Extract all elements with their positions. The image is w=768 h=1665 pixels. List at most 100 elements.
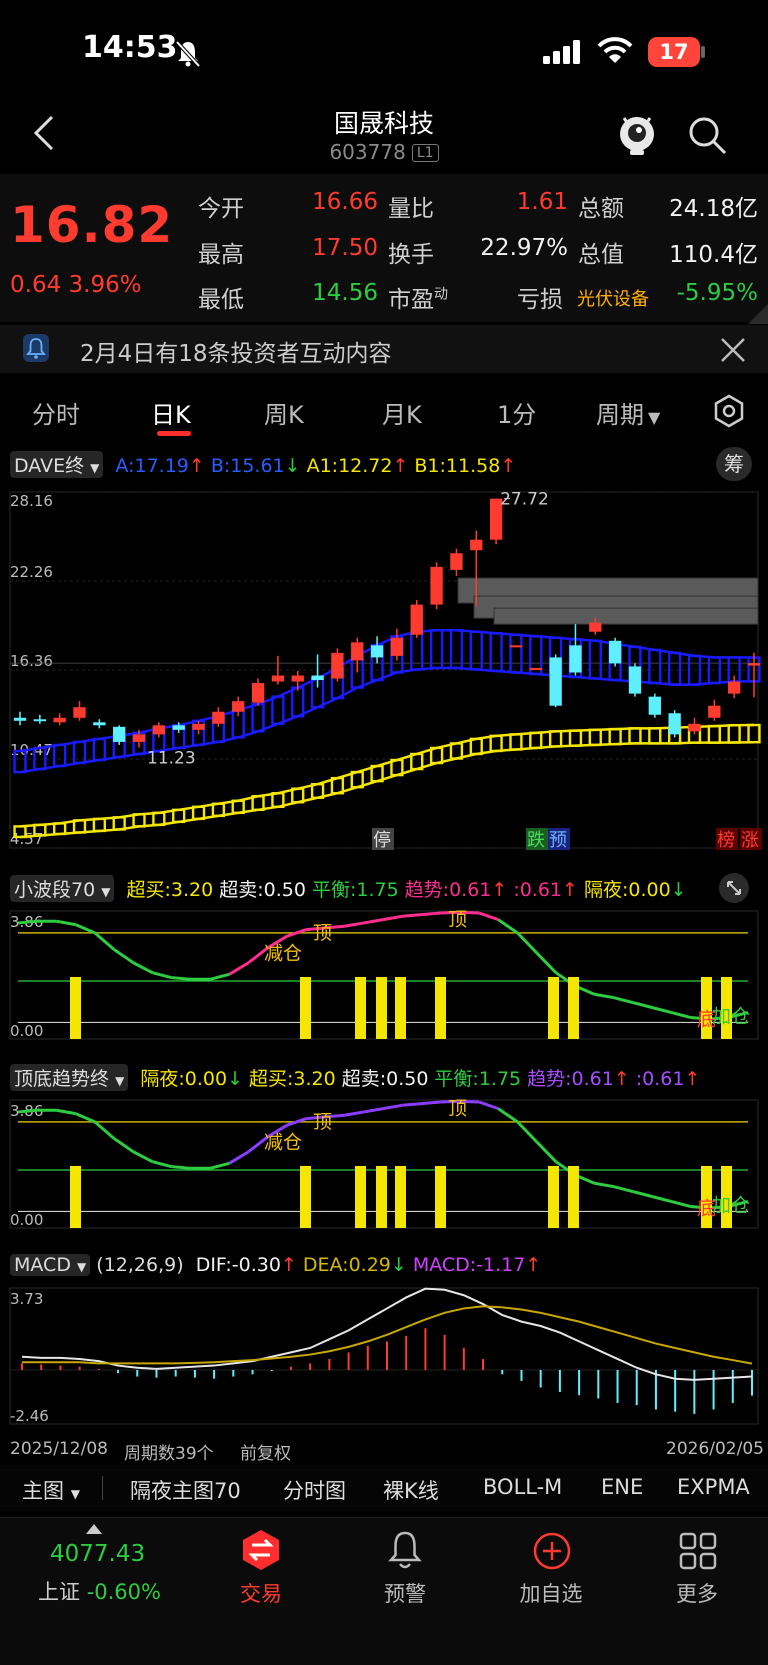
candle-body (430, 566, 443, 605)
index-info[interactable]: 上证 -0.60% (38, 1576, 161, 1606)
subtab-time-chart[interactable]: 分时图 (283, 1475, 346, 1505)
expand-icon[interactable] (718, 872, 750, 904)
trend-arrow: ↓ (227, 1068, 243, 1090)
trend-curve-segment (651, 1006, 672, 1014)
top-label: 顶 (313, 922, 332, 944)
axis-adjust-mode[interactable]: 前复权 (240, 1439, 291, 1464)
tab-more[interactable]: 更多 (637, 1578, 757, 1608)
indicator-value: A:17.19 (115, 455, 189, 477)
top-label: 顶 (448, 1097, 467, 1119)
candle-body (390, 637, 404, 656)
trend-curve-segment (478, 911, 499, 922)
band-a1b1 (588, 728, 602, 747)
candle-body (509, 645, 523, 648)
wave-indicator-selector[interactable]: 小波段70 ▼ (10, 875, 115, 902)
tab-period[interactable]: 周期 ▼ (596, 395, 660, 430)
event-marker: 榜 (717, 830, 735, 851)
macd-indicator-selector[interactable]: MACD ▼ (10, 1254, 91, 1276)
tab-weekly-k[interactable]: 周K (264, 395, 304, 430)
trend-curve-segment (93, 931, 116, 951)
alert-bell-icon[interactable] (385, 1529, 425, 1573)
band-a1b1 (529, 731, 543, 750)
indicator-value: 隔夜:0.00 (583, 879, 671, 901)
trend-curve-segment (478, 1100, 499, 1111)
band-ab (469, 630, 483, 671)
band-ab (251, 702, 265, 733)
trend-curve-segment (402, 1102, 422, 1107)
value-loss: 亏损 (517, 287, 563, 313)
trend-curve-segment (171, 1165, 192, 1170)
indicator-value: B1:11.58 (414, 455, 501, 477)
trend-curve-segment (228, 1150, 250, 1165)
subtab-ene[interactable]: ENE (601, 1475, 643, 1499)
trade-icon[interactable] (240, 1529, 282, 1571)
indicator-value: :0.61 (513, 879, 563, 901)
candle-body (747, 663, 761, 666)
top-label: 顶 (313, 1111, 332, 1133)
robot-assistant-icon[interactable] (616, 112, 658, 156)
subtab-main-chart[interactable]: 主图 ▼ (22, 1475, 80, 1505)
wave-chart[interactable]: 3.860.00顶顶减仓底加仓 (0, 903, 768, 1063)
subtab-boll-m[interactable]: BOLL-M (483, 1475, 562, 1499)
trend-curve-segment (132, 961, 154, 975)
candle-body (172, 725, 185, 730)
kline-chart[interactable]: 28.1622.2616.3610.474.5727.7211.23停跌预榜涨 (0, 480, 768, 868)
candle-body (450, 553, 463, 570)
add-watchlist-icon[interactable] (532, 1531, 572, 1571)
candle-body (192, 723, 205, 730)
trend-arrow: ↑ (500, 455, 517, 477)
axis-end-date: 2026/02/05 (666, 1439, 764, 1459)
trend-curve-segment (613, 1185, 634, 1193)
candle-body (13, 717, 27, 721)
tab-intraday[interactable]: 分时 (32, 395, 80, 430)
search-icon[interactable] (688, 116, 728, 156)
sector-name[interactable]: 光伏设备 (577, 285, 649, 311)
macd-indicator-name: MACD (14, 1254, 71, 1276)
signal-bar (435, 1165, 446, 1228)
index-value[interactable]: 4077.43 (50, 1541, 145, 1567)
subtab-expma[interactable]: EXPMA (677, 1475, 750, 1499)
indicator-value: :0.61 (635, 1068, 685, 1090)
trend-curve-segment (382, 914, 403, 922)
main-indicator-selector[interactable]: DAVE终 ▼ (10, 451, 104, 478)
settings-hexagon-icon[interactable] (712, 394, 746, 428)
candle-body (688, 723, 701, 732)
close-icon[interactable] (720, 337, 746, 363)
trend-curve-segment (344, 1110, 365, 1117)
status-time: 14:53 (82, 30, 178, 65)
candle-body (232, 701, 245, 712)
candle-body (628, 666, 642, 694)
tab-add-watchlist[interactable]: 加自选 (491, 1578, 611, 1608)
tab-daily-k[interactable]: 日K (151, 395, 191, 430)
trend-curve-segment (17, 919, 38, 925)
signal-bar (300, 1165, 311, 1228)
subtab-bare-k[interactable]: 裸K线 (383, 1475, 439, 1505)
macd-chart[interactable]: 3.73 -2.46 (0, 1282, 768, 1432)
chip-distribution-button[interactable]: 筹 (716, 447, 752, 481)
tab-trade[interactable]: 交易 (201, 1578, 321, 1608)
candle-body (251, 683, 265, 703)
signal-bar (395, 976, 406, 1039)
trend-curve-segment (670, 1200, 691, 1208)
tab-alert[interactable]: 预警 (345, 1578, 465, 1608)
trend-chart[interactable]: 3.860.00顶顶减仓底加仓 (0, 1092, 768, 1252)
tab-1min[interactable]: 1分 (497, 395, 536, 430)
more-grid-icon[interactable] (678, 1531, 718, 1571)
candle-body (53, 717, 66, 723)
band-ab (489, 632, 503, 673)
change-percent: 3.96% (68, 272, 142, 298)
reduce-label: 减仓 (264, 942, 302, 964)
event-marker: 预 (549, 830, 567, 851)
tab-monthly-k[interactable]: 月K (382, 395, 422, 430)
label-market-cap: 总值 (578, 242, 624, 268)
value-amount: 24.18亿 (669, 196, 758, 222)
trend-curve-segment (535, 1140, 557, 1163)
signal-bar (70, 976, 81, 1039)
band-ab (53, 743, 67, 768)
candle-body (708, 705, 721, 718)
wave-indicator-name: 小波段70 (14, 879, 96, 901)
subtab-overnight-main[interactable]: 隔夜主图70 (130, 1475, 241, 1505)
trend-indicator-selector[interactable]: 顶底趋势终 ▼ (10, 1064, 129, 1091)
candle-body (549, 657, 562, 706)
band-ab (291, 686, 305, 718)
